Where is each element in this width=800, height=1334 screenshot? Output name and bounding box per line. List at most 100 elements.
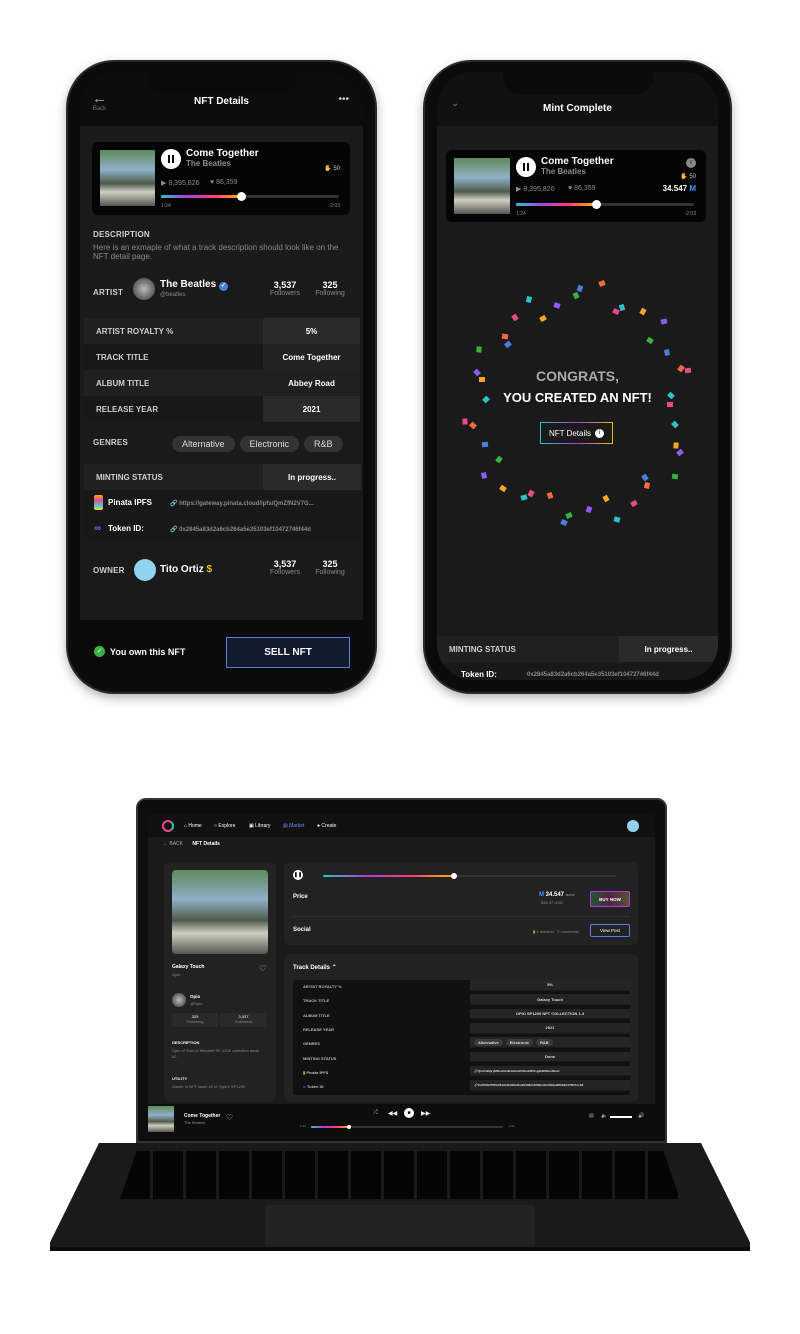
back-label: BACK xyxy=(169,841,184,847)
nft-details-label: NFT Details xyxy=(548,428,592,438)
confetti-piece xyxy=(476,346,482,353)
back-link[interactable]: ← BACK xyxy=(163,841,183,847)
volume-max-icon[interactable]: 🔊 xyxy=(638,1113,644,1119)
following-stat: 325 Following xyxy=(172,1013,218,1027)
followers-stat: 3,537 Followers xyxy=(220,1013,267,1027)
confetti-piece xyxy=(519,493,528,501)
confetti-piece xyxy=(611,308,620,316)
genre-pill[interactable]: Alternative xyxy=(172,436,235,452)
token-row: ∞ Token ID: 🔗 0x2845a83d2a6cb264a5e35103… xyxy=(84,516,361,542)
logo-icon[interactable] xyxy=(162,820,174,832)
more-icon[interactable]: ••• xyxy=(338,94,349,105)
following-label: Following xyxy=(315,569,345,576)
buy-now-button[interactable]: BUY NOW xyxy=(590,891,630,907)
volume-slider[interactable] xyxy=(610,1116,632,1118)
pinata-link[interactable]: 🔗 QmUnWpryM8CeKbeB4eSeGDHSnJNP9sg2kBSNnc… xyxy=(470,1065,630,1077)
queue-icon[interactable]: ▤ xyxy=(589,1113,594,1119)
nav-create[interactable]: ● Create xyxy=(317,823,336,829)
confetti-piece xyxy=(468,421,477,430)
following-label: Following xyxy=(315,290,345,297)
progress-bar[interactable] xyxy=(161,192,339,201)
heart-icon[interactable]: ♡ xyxy=(226,1113,233,1122)
nav-home[interactable]: ⌂ Home xyxy=(184,823,202,829)
genre-pill[interactable]: R&B xyxy=(304,436,343,452)
token-label: Token ID xyxy=(306,1084,324,1090)
row-key: GENRES xyxy=(303,1041,320,1047)
confetti-piece xyxy=(495,455,504,463)
artist-avatar[interactable] xyxy=(172,993,186,1007)
badge-icon: $ xyxy=(206,564,213,575)
nav-explore[interactable]: ○ Explore xyxy=(214,823,235,829)
user-avatar[interactable] xyxy=(627,820,639,832)
track-details-toggle[interactable]: Track Details ⌃ xyxy=(293,964,337,971)
pause-button[interactable]: ❚❚ xyxy=(293,870,303,880)
progress-knob[interactable] xyxy=(237,192,247,201)
nav-label: Explore xyxy=(218,823,236,829)
owner-followers: 3,537 Followers xyxy=(265,559,305,576)
pinata-icon xyxy=(94,495,103,510)
genre-pill[interactable]: Alternative xyxy=(474,1038,503,1046)
progress-bar[interactable] xyxy=(323,873,616,879)
genre-list: Alternative Electronic R&B xyxy=(167,434,343,452)
owner-avatar[interactable] xyxy=(134,559,156,581)
artist-avatar[interactable] xyxy=(133,278,155,300)
heart-icon[interactable]: ♡ xyxy=(259,964,266,973)
token-value: 0x2845a83d2a6cb264a5e35103ef10472746f44d xyxy=(179,527,311,533)
artist-name[interactable]: Opio xyxy=(190,994,200,999)
row-value: In progress.. xyxy=(619,636,718,662)
player-progress[interactable] xyxy=(311,1125,503,1129)
nft-details-button[interactable]: NFT Details i xyxy=(540,422,613,444)
view-post-button[interactable]: View Post xyxy=(590,924,630,937)
price-panel: ❚❚ Price M 34.547 MATIC $35.37 USD BUY N… xyxy=(284,862,638,945)
artist-name[interactable]: The Beatles ✓ xyxy=(160,279,228,291)
confetti-piece xyxy=(546,491,554,499)
owner-name[interactable]: Tito Ortiz $ xyxy=(160,564,212,575)
table-row: ALBUM TITLE OPIO SP1200 NFT COLLECTION 1-… xyxy=(293,1008,630,1020)
followers-label: Followers xyxy=(270,569,300,576)
verified-icon: ✓ xyxy=(218,282,228,291)
details-table: ARTIST ROYALTY % 5% TRACK TITLE Come Toget… xyxy=(84,318,360,422)
volume-icon[interactable]: 🔈 xyxy=(601,1113,607,1119)
page-title: NFT Details xyxy=(192,841,220,847)
track-name: Galaxy Touch xyxy=(172,964,205,970)
nav-library[interactable]: ▣ Library xyxy=(249,823,270,829)
previous-icon[interactable]: ◀◀ xyxy=(388,1110,397,1117)
progress-knob[interactable] xyxy=(450,873,457,879)
confetti-piece xyxy=(646,336,655,345)
token-label: Token ID: xyxy=(108,524,144,533)
check-icon: ✓ xyxy=(94,646,105,657)
details-table: ARTIST ROYALTY % 5% TRACK TITLE Galaxy Tou… xyxy=(293,980,630,1095)
top-nav: ⌂ Home ○ Explore ▣ Library ▤ Market ● Cr… xyxy=(148,815,655,837)
price-unit: MATIC xyxy=(565,893,575,897)
token-label: Token ID: xyxy=(461,670,497,679)
followers-label: Followers xyxy=(270,290,300,297)
price-amount: 34.547 xyxy=(545,892,565,898)
genre-pill[interactable]: R&B xyxy=(536,1038,553,1046)
comments-text: 0 comments xyxy=(557,929,580,934)
pause-button[interactable] xyxy=(161,149,181,169)
shuffle-icon[interactable]: ⤮ xyxy=(373,1110,378,1117)
progress-knob[interactable] xyxy=(347,1125,352,1129)
minting-status-row: MINTING STATUS In progress.. xyxy=(84,464,361,490)
pinata-link[interactable]: 🔗 https://gateway.pinata.cloud/ipfs/QmZf… xyxy=(170,500,314,507)
trackpad xyxy=(265,1205,535,1247)
nav-market[interactable]: ▤ Market xyxy=(283,823,304,829)
pause-button[interactable]: ■ xyxy=(404,1108,414,1118)
token-link[interactable]: 🔗 0x2845a83d2a6cb264a5e35103ef10472746f4… xyxy=(170,526,311,533)
nav-label: Library xyxy=(255,823,271,829)
genre-pill[interactable]: Electronic xyxy=(239,436,300,452)
table-row: ARTIST ROYALTY % 5% xyxy=(293,980,630,991)
keyboard xyxy=(120,1151,680,1199)
confetti-piece xyxy=(671,473,679,479)
breadcrumb: ← BACK NFT Details xyxy=(163,841,220,847)
token-link[interactable]: 🔗 0x9708a7f67fa2812e3b329e2ba2b408e10082… xyxy=(470,1080,630,1091)
remaining-time: -2:03 xyxy=(328,203,340,209)
next-icon[interactable]: ▶▶ xyxy=(421,1110,430,1117)
sell-nft-button[interactable]: SELL NFT xyxy=(226,637,350,668)
genres-label: GENRES xyxy=(93,438,128,447)
player-remaining: -2:03 xyxy=(508,1124,515,1128)
genre-pill[interactable]: Electronic xyxy=(505,1038,534,1046)
genres-row: GENRES Alternative Electronic R&B xyxy=(293,1037,630,1048)
row-key: MINTING STATUS xyxy=(96,473,163,482)
confetti-piece xyxy=(480,472,487,480)
